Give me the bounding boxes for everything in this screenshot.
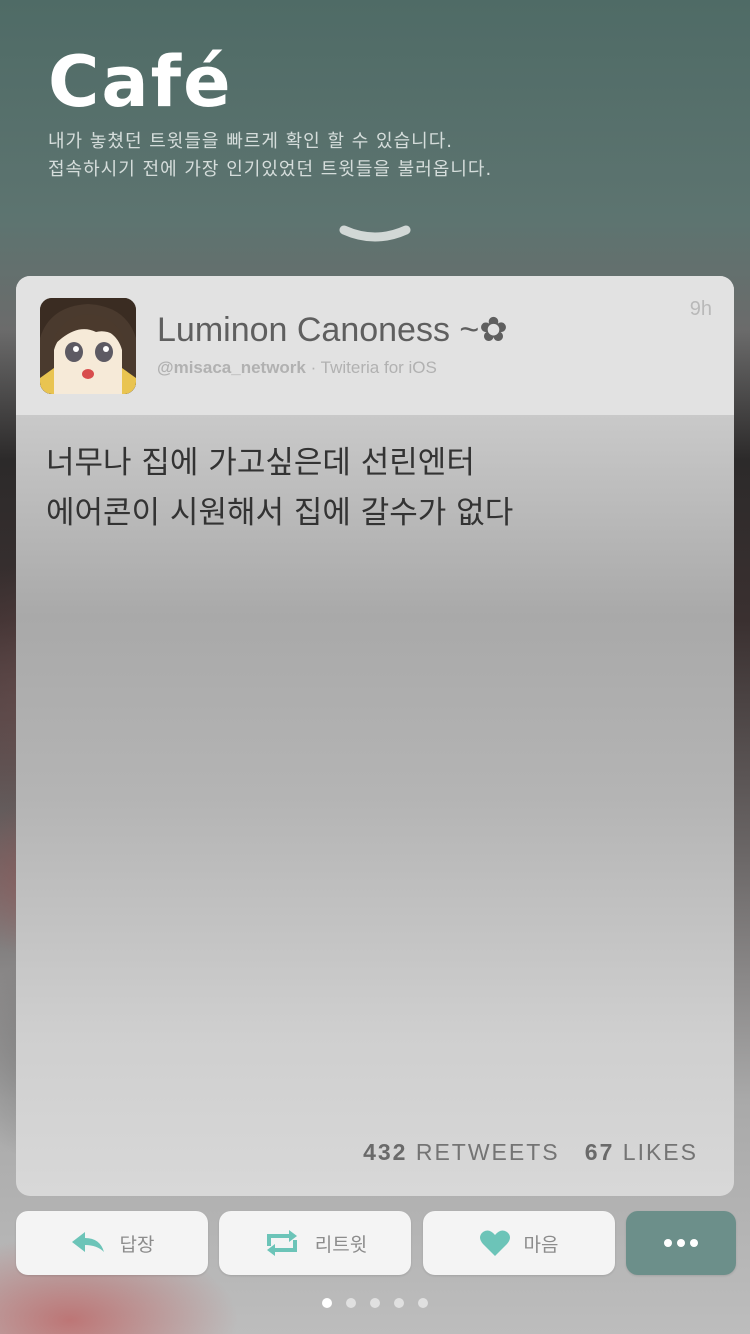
tweet-meta: @misaca_network · Twiteria for iOS [157,358,437,378]
page-dot[interactable] [394,1298,404,1308]
page-indicator[interactable] [0,1298,750,1308]
tweet-card[interactable]: Luminon Canoness ~✿ @misaca_network · Tw… [16,276,734,1196]
page-dot[interactable] [418,1298,428,1308]
tweet-text-line-1: 너무나 집에 가고싶은데 선린엔터 [46,445,475,481]
likes-label: LIKES [622,1139,698,1165]
subtitle: 내가 놓쳤던 트윗들을 빠르게 확인 할 수 있습니다. 접속하시기 전에 가장… [48,128,492,184]
retweet-icon [266,1230,297,1256]
page-dot[interactable] [370,1298,380,1308]
display-name[interactable]: Luminon Canoness ~✿ [157,310,508,350]
heart-icon [479,1230,510,1256]
action-bar: 답장 리트윗 마음 [16,1211,736,1275]
app-title: Café [48,41,233,123]
like-button[interactable]: 마음 [423,1211,615,1275]
tweet-source: · Twiteria for iOS [305,358,437,377]
more-dots-icon [664,1239,698,1247]
reply-button[interactable]: 답장 [16,1211,208,1275]
timestamp: 9h [689,298,712,320]
subtitle-line-2: 접속하시기 전에 가장 인기있었던 트윗들을 불러옵니다. [48,159,493,180]
reply-label: 답장 [119,1233,155,1256]
avatar[interactable] [40,298,136,394]
header: Café 내가 놓쳤던 트윗들을 빠르게 확인 할 수 있습니다. 접속하시기 … [48,40,492,184]
page-dot[interactable] [322,1298,332,1308]
like-label: 마음 [523,1233,559,1256]
tweet-text: 너무나 집에 가고싶은데 선린엔터 에어콘이 시원해서 집에 갈수가 없다 [46,438,706,538]
tweet-text-line-2: 에어콘이 시원해서 집에 갈수가 없다 [46,495,514,531]
retweets-count: 432 [363,1139,408,1165]
tweet-header: Luminon Canoness ~✿ @misaca_network · Tw… [16,276,734,415]
retweet-label: 리트윗 [314,1233,368,1256]
user-handle[interactable]: @misaca_network [157,358,306,377]
subtitle-line-1: 내가 놓쳤던 트윗들을 빠르게 확인 할 수 있습니다. [48,131,453,152]
retweet-button[interactable]: 리트윗 [219,1211,411,1275]
reply-icon [71,1232,104,1252]
chevron-down-icon[interactable] [338,222,412,250]
more-button[interactable] [626,1211,736,1275]
page-dot[interactable] [346,1298,356,1308]
retweets-label: RETWEETS [415,1139,560,1165]
tweet-stats: 432 RETWEETS 67 LIKES [363,1139,698,1166]
likes-count: 67 [584,1139,615,1165]
